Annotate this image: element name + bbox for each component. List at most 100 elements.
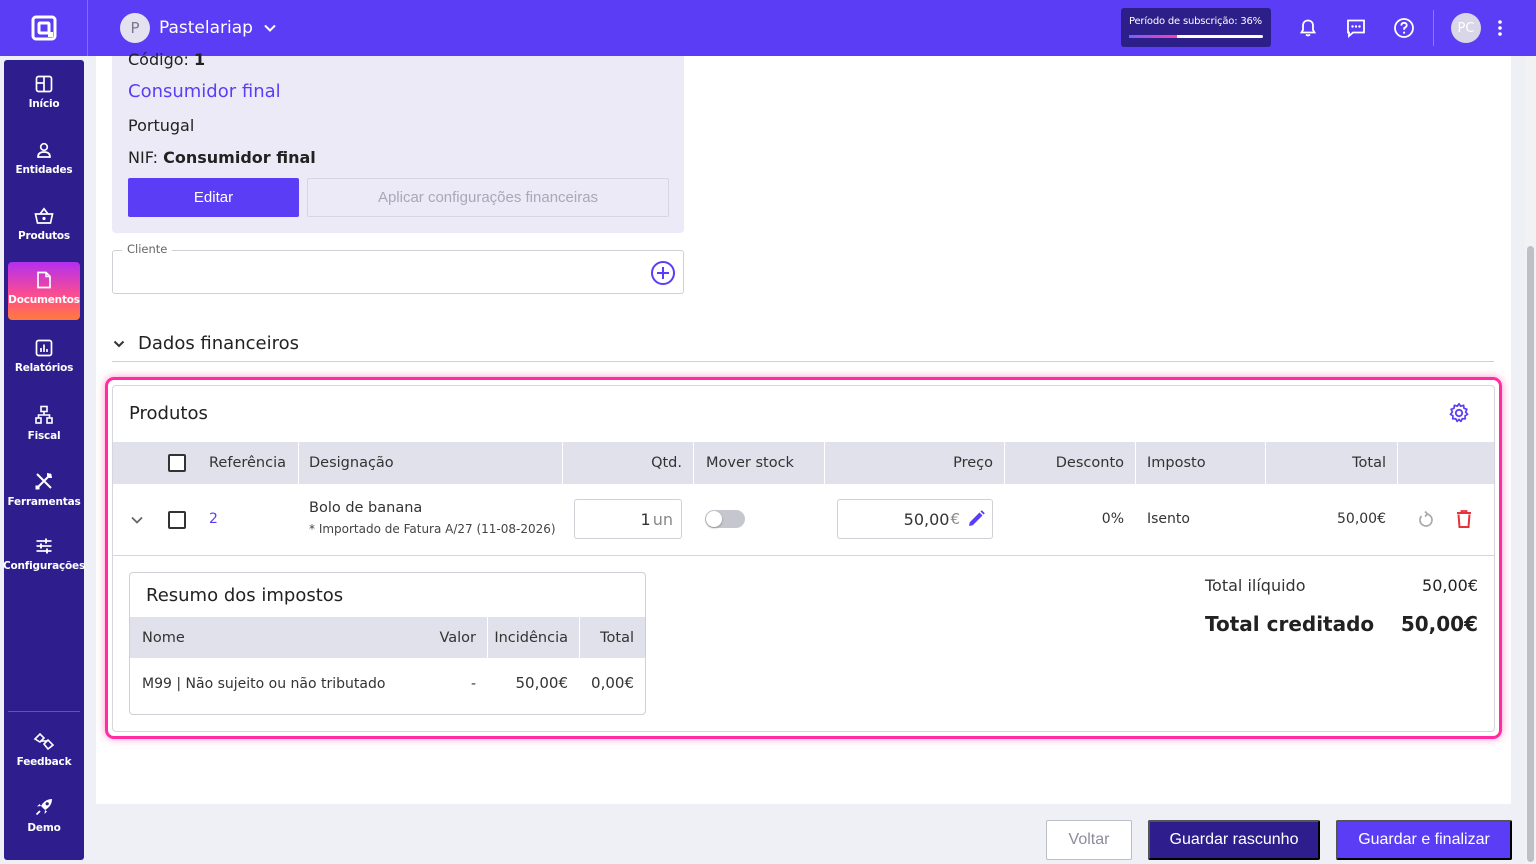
- entity-nif-label: NIF:: [128, 148, 159, 167]
- apply-financial-settings-button[interactable]: Aplicar configurações financeiras: [307, 178, 669, 217]
- price-value: 50,00: [903, 509, 950, 529]
- subscription-period[interactable]: Período de subscrição: 36%: [1121, 8, 1271, 47]
- entity-code-value: 1: [194, 50, 206, 69]
- scrollbar-thumb[interactable]: [1527, 246, 1534, 862]
- sidebar-item-demo[interactable]: Demo: [8, 788, 80, 846]
- bell-icon: [1299, 19, 1317, 37]
- row-discount: 0%: [1101, 511, 1124, 527]
- sidebar-item-configuracoes[interactable]: Configurações: [3, 528, 85, 586]
- sidebar-item-ferramentas[interactable]: Ferramentas: [8, 462, 81, 520]
- delete-row-button[interactable]: [1455, 509, 1473, 529]
- chevron-down-icon: [264, 24, 276, 32]
- help-button[interactable]: [1390, 14, 1418, 42]
- reset-row-button[interactable]: [1416, 510, 1436, 530]
- entity-code: Código: 1: [128, 50, 205, 69]
- expand-row-button[interactable]: [130, 513, 144, 527]
- col-desconto: Desconto: [1055, 455, 1124, 471]
- sliders-icon: [36, 538, 52, 554]
- company-name: Pastelariap: [159, 18, 253, 38]
- notifications-button[interactable]: [1294, 14, 1322, 42]
- financial-data-section-header[interactable]: Dados financeiros: [112, 326, 1494, 362]
- gear-icon[interactable]: [1448, 402, 1470, 424]
- chart-icon: [35, 339, 53, 357]
- sidebar-item-feedback[interactable]: Feedback: [8, 722, 80, 780]
- sidebar-item-label: Relatórios: [14, 362, 74, 374]
- sidebar-item-produtos[interactable]: Produtos: [8, 198, 80, 256]
- row-reference-link[interactable]: 2: [209, 511, 218, 527]
- tax-row-value: -: [470, 676, 476, 692]
- hierarchy-icon: [35, 405, 53, 424]
- logo-icon: [31, 15, 56, 41]
- save-finalize-button[interactable]: Guardar e finalizar: [1336, 820, 1512, 860]
- total-creditado-label: Total creditado: [1205, 612, 1375, 636]
- entity-nif: NIF: Consumidor final: [128, 148, 316, 167]
- save-draft-button[interactable]: Guardar rascunho: [1148, 820, 1320, 860]
- messages-button[interactable]: [1342, 14, 1370, 42]
- basket-icon: [34, 207, 54, 224]
- row-checkbox[interactable]: [168, 511, 186, 529]
- tax-col-name: Nome: [142, 629, 185, 646]
- entity-nif-value: Consumidor final: [163, 148, 316, 167]
- tax-col-incidence: Incidência: [494, 629, 568, 646]
- sidebar-item-documentos[interactable]: Documentos: [8, 262, 80, 320]
- document-icon: [37, 271, 51, 289]
- tax-summary-header: Nome Valor Incidência Total: [130, 617, 645, 658]
- refresh-icon: [1419, 510, 1433, 527]
- col-referencia: Referência: [209, 455, 287, 471]
- financial-data-title: Dados financeiros: [138, 333, 299, 354]
- total-liquido-label: Total ilíquido: [1205, 576, 1306, 595]
- sidebar-item-label: Demo: [27, 822, 61, 834]
- sidebar-item-entidades[interactable]: Entidades: [8, 132, 80, 190]
- tax-col-value: Valor: [439, 629, 476, 646]
- col-designacao: Designação: [309, 455, 394, 471]
- tax-row-total: 0,00€: [591, 674, 634, 692]
- col-imposto: Imposto: [1147, 455, 1206, 471]
- quantity-unit: un: [652, 509, 673, 529]
- row-tax: Isento: [1147, 511, 1190, 527]
- app-logo[interactable]: [0, 0, 88, 56]
- trash-icon: [1457, 510, 1471, 528]
- add-circle-icon[interactable]: [650, 260, 676, 286]
- move-stock-toggle[interactable]: [705, 510, 745, 528]
- entity-card: Código: 1 Consumidor final Portugal NIF:…: [112, 50, 684, 233]
- tools-icon: [35, 473, 52, 490]
- select-all-checkbox[interactable]: [168, 442, 186, 484]
- sidebar-item-fiscal[interactable]: Fiscal: [8, 396, 80, 454]
- rocket-icon: [35, 799, 52, 816]
- sidebar-item-inicio[interactable]: Início: [8, 66, 80, 124]
- page-scrollbar[interactable]: [1525, 56, 1536, 864]
- sidebar-item-label: Documentos: [8, 294, 80, 306]
- row-import-note: * Importado de Fatura A/27 (11-08-2026): [309, 522, 556, 536]
- subscription-label: Período de subscrição: 36%: [1129, 16, 1262, 27]
- sidebar-item-relatorios[interactable]: Relatórios: [8, 330, 80, 388]
- column-divider: [1135, 442, 1136, 484]
- company-selector[interactable]: P Pastelariap: [120, 13, 277, 43]
- price-input[interactable]: 50,00 €: [837, 499, 993, 539]
- chevron-down-icon: [113, 340, 125, 347]
- subscription-progress-fill: [1129, 35, 1178, 38]
- topbar-divider: [1433, 10, 1434, 46]
- pencil-icon[interactable]: [966, 509, 986, 529]
- chevron-down-icon: [131, 516, 143, 524]
- more-options-button[interactable]: [1486, 14, 1514, 42]
- column-divider: [693, 442, 694, 484]
- user-avatar[interactable]: PC: [1451, 13, 1481, 43]
- entity-code-label: Código:: [128, 50, 189, 69]
- col-total: Total: [1352, 455, 1386, 471]
- person-icon: [37, 142, 51, 158]
- back-button[interactable]: Voltar: [1046, 820, 1132, 860]
- entity-name-link[interactable]: Consumidor final: [128, 81, 281, 102]
- client-input[interactable]: Cliente: [112, 242, 684, 294]
- sidebar-item-label: Entidades: [15, 164, 73, 176]
- quantity-input[interactable]: 1 un: [574, 499, 682, 539]
- edit-button[interactable]: Editar: [128, 178, 299, 217]
- tax-summary-card: Resumo dos impostos Nome Valor Incidênci…: [129, 572, 646, 715]
- sidebar-item-label: Configurações: [2, 560, 86, 572]
- sidebar: Início Entidades Produtos Documentos Rel…: [3, 60, 85, 860]
- more-vertical-icon: [1498, 20, 1502, 36]
- products-card: Produtos Referência Designação Qtd. Move…: [112, 385, 1495, 732]
- table-row: 2 Bolo de banana * Importado de Fatura A…: [113, 484, 1494, 556]
- chat-icon: [1347, 19, 1365, 38]
- sidebar-divider: [8, 711, 80, 712]
- row-total: 50,00€: [1337, 511, 1386, 527]
